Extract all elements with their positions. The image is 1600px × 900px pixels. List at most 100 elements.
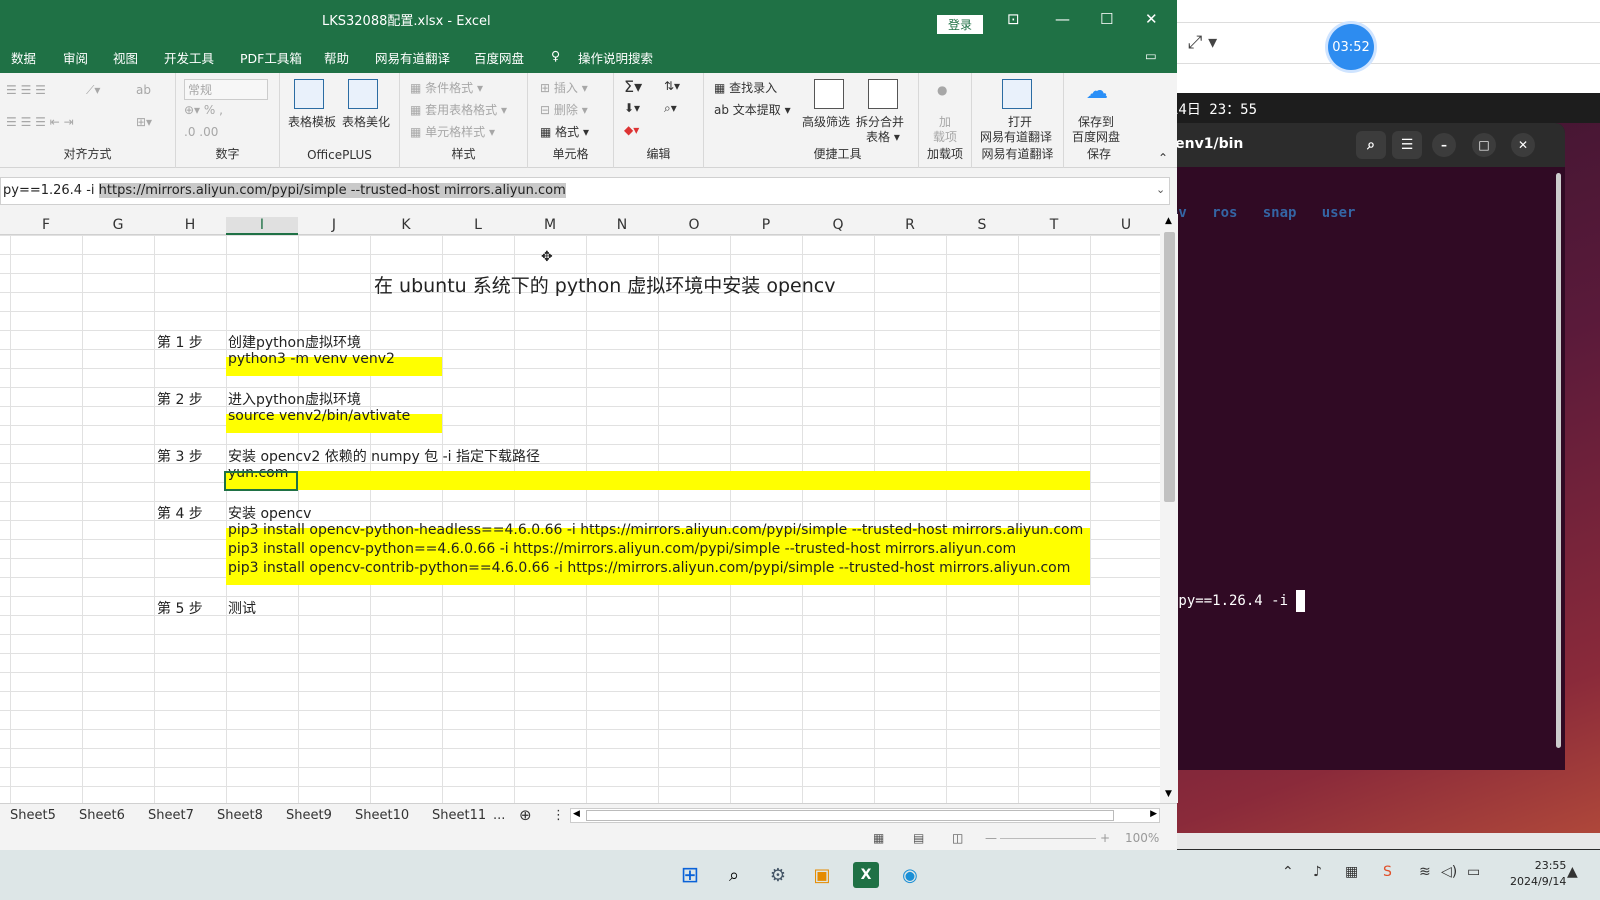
autosum-icon[interactable]: Σ▾: [624, 77, 642, 96]
split-merge-button-line2[interactable]: 表格 ▾: [866, 128, 900, 145]
formula-bar[interactable]: py==1.26.4 -i https://mirrors.aliyun.com…: [0, 177, 1170, 205]
insert-button[interactable]: ⊞ 插入 ▾: [540, 79, 588, 96]
number-format-select[interactable]: 常规: [184, 79, 268, 100]
scroll-up-icon[interactable]: ▲: [1165, 216, 1172, 226]
fill-icon[interactable]: ⬇▾: [624, 101, 640, 115]
col-header[interactable]: Q: [802, 217, 874, 233]
format-button[interactable]: ▦ 格式 ▾: [540, 123, 589, 140]
table-template-button[interactable]: 表格模板: [288, 113, 336, 130]
col-header[interactable]: F: [10, 217, 82, 233]
col-header[interactable]: R: [874, 217, 946, 233]
step-desc[interactable]: 创建python虚拟环境: [228, 332, 361, 352]
tab-view[interactable]: 视图: [113, 48, 138, 67]
col-header[interactable]: K: [370, 217, 442, 233]
worksheet-grid[interactable]: 在 ubuntu 系统下的 python 虚拟环境中安装 opencv 第 1 …: [0, 235, 1160, 803]
comments-icon[interactable]: ▭: [1145, 48, 1157, 63]
col-header[interactable]: N: [586, 217, 658, 233]
sheet-tab[interactable]: Sheet11: [432, 808, 486, 823]
step-cmd[interactable]: pip3 install opencv-python-headless==4.6…: [228, 522, 1083, 538]
add-sheet-icon[interactable]: ⊕: [519, 806, 532, 824]
sheet-tab[interactable]: Sheet6: [79, 808, 125, 823]
col-header[interactable]: O: [658, 217, 730, 233]
minimize-icon[interactable]: —: [1055, 10, 1070, 28]
close-icon[interactable]: ✕: [1145, 10, 1158, 28]
col-header[interactable]: M: [514, 217, 586, 233]
scroll-thumb[interactable]: [1164, 232, 1175, 502]
find-icon[interactable]: ⌕▾: [664, 101, 677, 116]
tab-help[interactable]: 帮助: [324, 48, 349, 67]
delete-button[interactable]: ⊟ 删除 ▾: [540, 101, 588, 118]
col-header[interactable]: L: [442, 217, 514, 233]
orientation-icon[interactable]: ⟋▾: [86, 83, 100, 98]
tell-me-search[interactable]: 操作说明搜索: [578, 48, 653, 67]
zoom-level[interactable]: 100%: [1125, 831, 1159, 845]
align-top-icon[interactable]: ☰ ☰ ☰: [6, 83, 46, 97]
maximize-icon[interactable]: □: [1472, 133, 1496, 157]
expand-icon[interactable]: ⤢ ▾: [1188, 32, 1217, 53]
zoom-slider[interactable]: [1000, 838, 1096, 839]
find-entry-button[interactable]: ▦ 查找录入: [714, 79, 777, 96]
tab-developer[interactable]: 开发工具: [164, 48, 214, 67]
sheet-tab[interactable]: Sheet5: [10, 808, 56, 823]
step-desc[interactable]: 进入python虚拟环境: [228, 389, 361, 409]
collapse-ribbon-icon[interactable]: ⌃: [1158, 151, 1168, 165]
col-header-active[interactable]: I: [226, 217, 298, 235]
conditional-format-button[interactable]: ▦ 条件格式 ▾: [410, 79, 483, 96]
col-header[interactable]: H: [154, 217, 226, 233]
save-to-baidu-button-line2[interactable]: 百度网盘: [1072, 128, 1120, 145]
col-header[interactable]: J: [298, 217, 370, 233]
terminal-command-line[interactable]: mpy==1.26.4 -i: [1170, 590, 1306, 612]
app-icon[interactable]: ▣: [809, 862, 835, 888]
menu-icon[interactable]: ☰: [1392, 131, 1422, 159]
wifi-icon[interactable]: ≋: [1419, 864, 1431, 880]
ribbon-display-icon[interactable]: ⊡: [1007, 10, 1020, 28]
advanced-filter-button[interactable]: 高级筛选: [802, 113, 850, 130]
sogou-icon[interactable]: S: [1383, 864, 1392, 880]
step-label[interactable]: 第 1 步: [157, 332, 203, 352]
sheet-tab[interactable]: Sheet9: [286, 808, 332, 823]
tab-splitter-icon[interactable]: ⋮: [552, 808, 565, 823]
merge-icon[interactable]: ⊞▾: [136, 115, 152, 129]
step-label[interactable]: 第 2 步: [157, 389, 203, 409]
search-icon[interactable]: ⌕: [1356, 131, 1386, 159]
col-header[interactable]: U: [1090, 217, 1162, 233]
step-cmd[interactable]: pip3 install opencv-python==4.6.0.66 -i …: [228, 541, 1016, 557]
step-cmd[interactable]: python3 -m venv venv2: [228, 351, 395, 367]
zoom-in-icon[interactable]: +: [1100, 831, 1110, 845]
clear-icon[interactable]: ◆▾: [624, 123, 639, 137]
sheet-tab[interactable]: Sheet8: [217, 808, 263, 823]
sheet-tab[interactable]: Sheet7: [148, 808, 194, 823]
volume-icon[interactable]: ◁): [1441, 864, 1457, 880]
settings-icon[interactable]: ⚙: [765, 862, 791, 888]
tab-youdao[interactable]: 网易有道翻译: [375, 48, 450, 67]
decimal-icon[interactable]: .0 .00: [184, 125, 218, 139]
formula-text[interactable]: py==1.26.4 -i https://mirrors.aliyun.com…: [3, 183, 566, 198]
cell-styles-button[interactable]: ▦ 单元格样式 ▾: [410, 123, 495, 140]
text-extract-button[interactable]: ab 文本提取 ▾: [714, 101, 791, 118]
recording-timer[interactable]: 03:52: [1328, 24, 1374, 70]
tab-data[interactable]: 数据: [11, 48, 36, 67]
col-header[interactable]: T: [1018, 217, 1090, 233]
zoom-out-icon[interactable]: —: [985, 831, 997, 845]
microphone-icon[interactable]: ♪: [1313, 864, 1322, 880]
scroll-right-icon[interactable]: ▶: [1150, 809, 1157, 819]
terminal-scrollbar[interactable]: [1556, 173, 1561, 748]
step-label[interactable]: 第 4 步: [157, 503, 203, 523]
taskbar-clock[interactable]: 23:55 2024/9/14: [1510, 858, 1566, 890]
tab-pdf-tools[interactable]: PDF工具箱: [240, 48, 302, 67]
open-youdao-button-line2[interactable]: 网易有道翻译: [980, 128, 1052, 145]
sort-icon[interactable]: ⇅▾: [664, 79, 680, 93]
edge-icon[interactable]: ◉: [897, 862, 923, 888]
col-header[interactable]: G: [82, 217, 154, 233]
step-cmd[interactable]: source venv2/bin/avtivate: [228, 408, 410, 424]
maximize-icon[interactable]: ☐: [1100, 10, 1113, 28]
step-label[interactable]: 第 3 步: [157, 446, 203, 466]
search-icon[interactable]: ⌕: [721, 862, 747, 888]
notification-icon[interactable]: ▲: [1567, 864, 1578, 880]
page-layout-icon[interactable]: ▤: [913, 831, 924, 845]
vertical-scrollbar[interactable]: ▲ ▼: [1160, 214, 1178, 803]
battery-icon[interactable]: ▭: [1467, 864, 1480, 880]
step-desc[interactable]: 安装 opencv2 依赖的 numpy 包 -i 指定下载路径: [228, 446, 540, 466]
horizontal-scrollbar[interactable]: ◀ ▶: [570, 808, 1160, 823]
wrap-text-icon[interactable]: ab: [136, 83, 151, 97]
